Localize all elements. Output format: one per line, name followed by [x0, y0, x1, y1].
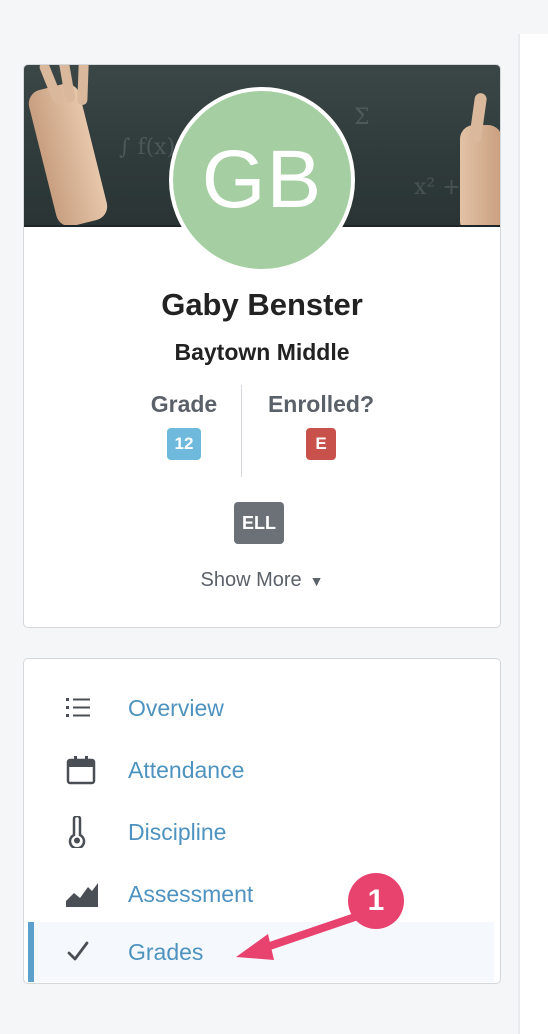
- nav-label-assessment: Assessment: [128, 880, 254, 907]
- show-more-label: Show More: [200, 569, 302, 591]
- nav-item-assessment[interactable]: Assessment: [28, 864, 494, 924]
- school-name: Baytown Middle: [174, 339, 350, 365]
- nav-label-discipline: Discipline: [128, 818, 227, 845]
- nav-label-overview: Overview: [128, 694, 224, 721]
- caret-down-icon: ▼: [309, 573, 324, 589]
- checkmark-icon: [66, 940, 106, 964]
- nav-item-attendance[interactable]: Attendance: [28, 740, 494, 800]
- grade-label: Grade: [150, 391, 218, 417]
- student-nav-card: Overview Attendance Discipline Assessmen…: [23, 658, 501, 984]
- list-icon: [66, 697, 106, 719]
- thermometer-icon: [66, 816, 106, 848]
- nav-item-discipline[interactable]: Discipline: [28, 802, 494, 862]
- nav-label-grades: Grades: [128, 938, 204, 965]
- student-name: Gaby Benster: [161, 287, 363, 322]
- ell-tag: ELL: [234, 502, 284, 544]
- nav-item-overview[interactable]: Overview: [28, 678, 494, 738]
- show-more-button[interactable]: Show More ▼: [24, 569, 500, 592]
- annotation-callout-badge: 1: [348, 873, 404, 929]
- student-profile-card: ∫ f(x) dx Σ x² + y GB Gaby Benster Bayto…: [23, 64, 501, 628]
- stat-divider: [241, 385, 242, 477]
- enrolled-label: Enrolled?: [267, 391, 375, 417]
- enrolled-badge: E: [306, 428, 336, 460]
- enrolled-stat: Enrolled? E: [256, 391, 386, 460]
- nav-label-attendance: Attendance: [128, 756, 245, 783]
- calendar-icon: [66, 755, 106, 785]
- grade-stat: Grade 12: [136, 391, 232, 460]
- student-avatar: GB: [169, 87, 355, 273]
- avatar-initials: GB: [201, 134, 323, 225]
- nav-item-grades[interactable]: Grades: [28, 922, 494, 982]
- area-chart-icon: [66, 881, 106, 907]
- main-content-panel: [520, 34, 548, 1034]
- grade-badge: 12: [166, 428, 202, 460]
